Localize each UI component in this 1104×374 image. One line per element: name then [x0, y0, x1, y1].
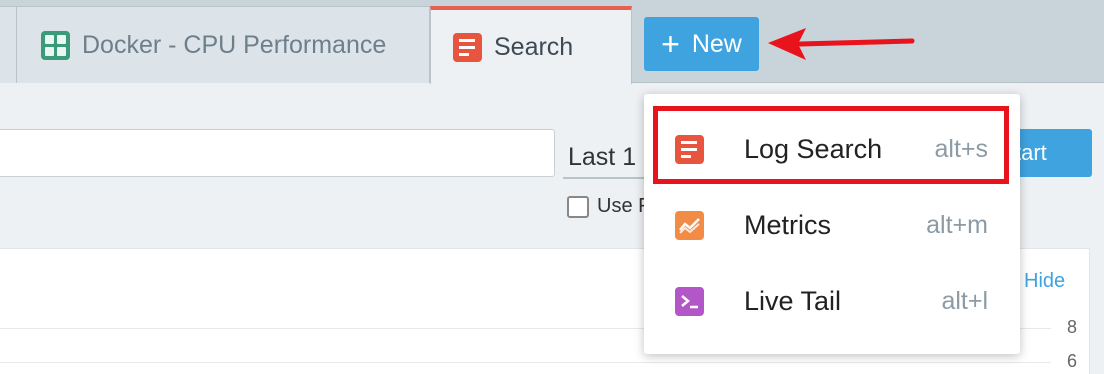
search-input[interactable] — [0, 129, 555, 177]
arrow-annotation-icon — [768, 28, 915, 60]
metrics-icon — [675, 210, 704, 240]
menu-item-shortcut: alt+m — [926, 210, 988, 239]
plus-icon: + — [661, 26, 680, 62]
use-checkbox[interactable] — [567, 195, 589, 218]
highlight-box-annotation — [653, 106, 1009, 184]
log-search-icon — [453, 32, 482, 62]
grid-icon — [41, 30, 70, 60]
new-button[interactable]: + New — [644, 17, 759, 71]
use-option[interactable]: Use F — [567, 195, 650, 218]
new-button-label: New — [691, 29, 742, 58]
menu-item-metrics[interactable]: Metrics alt+m — [644, 187, 1020, 263]
gridline — [0, 362, 1051, 363]
menu-item-live-tail[interactable]: Live Tail alt+l — [644, 263, 1020, 339]
menu-item-label: Metrics — [744, 209, 831, 240]
tab-docker-cpu-performance[interactable]: Docker - CPU Performance — [16, 6, 430, 83]
menu-item-label: Live Tail — [744, 285, 842, 316]
y-tick-label: 6 — [1066, 351, 1077, 371]
tab-search[interactable]: Search — [430, 6, 632, 84]
terminal-icon — [675, 286, 704, 316]
tab-label: Search — [494, 32, 574, 61]
hide-link[interactable]: Hide — [1024, 270, 1065, 293]
tab-bar: Docker - CPU Performance Search + New — [0, 0, 1104, 84]
y-tick-label: 8 — [1066, 317, 1077, 337]
use-option-label: Use F — [597, 195, 651, 217]
tab-label: Docker - CPU Performance — [82, 30, 387, 59]
menu-item-shortcut: alt+l — [941, 286, 988, 315]
